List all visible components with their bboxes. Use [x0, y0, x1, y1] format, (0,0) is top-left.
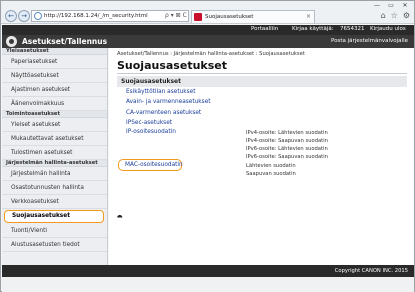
forward-icon[interactable]: →: [18, 10, 30, 22]
sidebar-item-department-id[interactable]: Osastotunnusten hallinta: [2, 181, 107, 195]
panel-title: Suojausasetukset: [117, 76, 407, 87]
link-key-certificate[interactable]: Avain- ja varmenneasetukset: [126, 99, 211, 105]
ip-filter-note: IPv6-osoite: Saapuvan suodatin: [246, 154, 328, 160]
sidebar-item-init-info[interactable]: Alustusasetusten tiedot: [2, 238, 107, 252]
tab-title: Suojausasetukset: [205, 14, 254, 20]
tab-security[interactable]: Suojausasetukset ×: [191, 10, 315, 23]
breadcrumb: Asetukset/Tallennus : Järjestelmän halli…: [117, 51, 305, 57]
link-ca-certificate[interactable]: CA-varmenteen asetukset: [126, 110, 201, 116]
tab-close-icon[interactable]: ×: [306, 11, 311, 23]
title-divider: [117, 73, 407, 74]
link-ip-filter[interactable]: IP-osoitesuodatin: [126, 129, 176, 135]
ip-filter-note: IPv4-osoite: Lähtevien suodatin: [246, 130, 328, 136]
ip-filter-note: IPv6-osoite: Lähtevien suodatin: [246, 146, 328, 152]
sidebar-item-custom[interactable]: Mukautettavat asetukset: [2, 132, 107, 146]
mac-filter-note: Lähtevien suodatin: [246, 163, 296, 169]
address-text: http://192.168.1.24/_/m_security.html: [44, 13, 148, 19]
sidebar-section-function: Toimintoasetukset: [2, 111, 107, 118]
sidebar-item-network[interactable]: Verkkoasetukset: [2, 195, 107, 209]
home-icon[interactable]: ⌂: [381, 11, 386, 20]
sidebar-item-common[interactable]: Yleiset asetukset: [2, 118, 107, 132]
browser-bottom-area: [2, 277, 414, 292]
canon-tab-icon: [194, 13, 202, 21]
mac-filter-note: Saapuvan suodatin: [246, 171, 296, 177]
user-id: 7654321: [340, 26, 365, 32]
back-to-top-icon[interactable]: ⯊: [117, 214, 123, 223]
ip-filter-note: IPv4-osoite: Saapuvan suodatin: [246, 138, 328, 144]
sidebar-section-general: Yleisasetukset: [2, 48, 107, 55]
sidebar-section-system: Järjestelmän hallinta-asetukset: [2, 160, 107, 167]
minimize-icon[interactable]: —: [371, 2, 383, 9]
address-tools[interactable]: ρ ▾ ⊠ C: [165, 12, 187, 19]
gear-icon[interactable]: ⚙: [403, 11, 410, 20]
sidebar-item-volume[interactable]: Äänenvoimakkuus: [2, 97, 107, 111]
link-preview-mode[interactable]: Esikäyttötilan asetukset: [126, 89, 196, 95]
browser-window: — ▭ ✕ ← → http://192.168.1.24/_/m_securi…: [0, 0, 415, 292]
sidebar: Yleisasetukset Paperiasetukset Näyttöase…: [2, 48, 108, 265]
sidebar-item-import-export[interactable]: Tuonti/Vienti: [2, 224, 107, 238]
header-links: Portaalliin Kirjaa käyttäjä: 7654321 Kir…: [2, 25, 414, 34]
browser-toolbar-icons: ⌂ ☆ ⚙: [381, 11, 410, 20]
header-title-row: Asetukset/Tallennus Posta järjestelmänva…: [2, 35, 414, 48]
link-ipsec[interactable]: IPSec-asetukset: [126, 120, 172, 126]
sidebar-item-printer[interactable]: Tulostimen asetukset: [2, 146, 107, 160]
sidebar-item-display[interactable]: Näyttöasetukset: [2, 69, 107, 83]
mail-admin-link[interactable]: Posta järjestelmänvalvojalle: [331, 38, 408, 44]
globe-icon: [34, 12, 42, 20]
close-icon[interactable]: ✕: [399, 2, 411, 9]
settings-logo-icon: [6, 36, 17, 47]
star-icon[interactable]: ☆: [391, 11, 398, 20]
login-user-label: Kirjaa käyttäjä:: [292, 26, 334, 32]
app-title: Asetukset/Tallennus: [22, 37, 108, 46]
main-content: Asetukset/Tallennus : Järjestelmän halli…: [109, 48, 414, 265]
link-mac-filter[interactable]: MAC-osoitesuodatin: [125, 162, 183, 168]
sidebar-item-system-management[interactable]: Järjestelmän hallinta: [2, 167, 107, 181]
page-title: Suojausasetukset: [117, 59, 227, 72]
copyright: Copyright CANON INC. 2015: [334, 268, 408, 274]
footer: Copyright CANON INC. 2015: [2, 265, 414, 277]
back-icon[interactable]: ←: [5, 10, 17, 22]
remote-ui-header: Portaalliin Kirjaa käyttäjä: 7654321 Kir…: [2, 25, 414, 48]
logout-link[interactable]: Kirjaudu ulos: [370, 26, 406, 32]
window-controls: — ▭ ✕: [371, 2, 411, 9]
browser-chrome: — ▭ ✕ ← → http://192.168.1.24/_/m_securi…: [1, 1, 414, 24]
sidebar-item-security[interactable]: Suojausasetukset: [4, 210, 104, 223]
maximize-icon[interactable]: ▭: [385, 2, 397, 9]
sidebar-item-timer[interactable]: Ajastimen asetukset: [2, 83, 107, 97]
sidebar-item-paper[interactable]: Paperiasetukset: [2, 55, 107, 69]
portal-link[interactable]: Portaalliin: [251, 26, 278, 32]
